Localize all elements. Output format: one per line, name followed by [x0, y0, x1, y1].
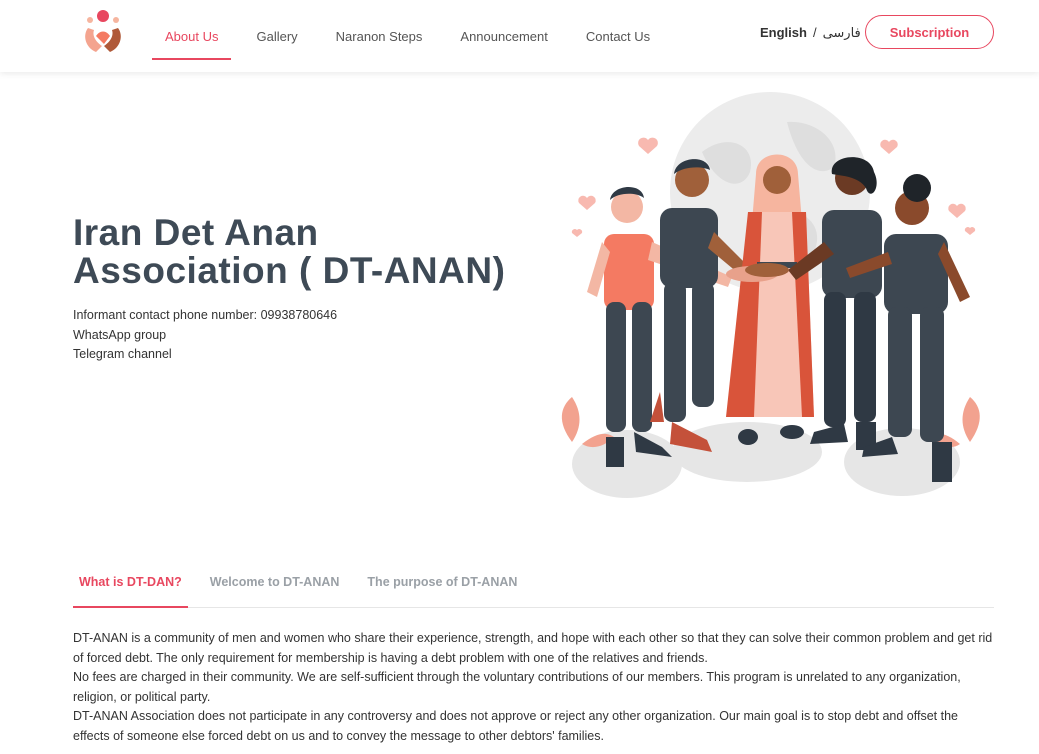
telegram-link[interactable]: Telegram channel — [73, 345, 337, 365]
content-paragraph-1: DT-ANAN is a community of men and women … — [73, 631, 993, 665]
about-tabs: What is DT-DAN? Welcome to DT-ANAN The p… — [73, 562, 994, 608]
nav-about-us[interactable]: About Us — [151, 21, 233, 60]
hero-contact-info: Informant contact phone number: 09938780… — [73, 306, 337, 365]
people-hands-together-illustration — [552, 92, 992, 502]
tab-content: DT-ANAN is a community of men and women … — [73, 629, 998, 746]
content-paragraph-2: No fees are charged in their community. … — [73, 670, 961, 704]
nav-gallery[interactable]: Gallery — [256, 21, 297, 52]
nav-announcement[interactable]: Announcement — [460, 21, 547, 52]
lang-english-link[interactable]: English — [760, 25, 807, 41]
lang-farsi-link[interactable]: فارسی — [823, 25, 861, 41]
page-title: Iran Det Anan Association ( DT-ANAN) — [73, 212, 506, 291]
subscription-button[interactable]: Subscription — [865, 15, 994, 49]
tab-what-is-dt-dan[interactable]: What is DT-DAN? — [73, 562, 188, 608]
tab-welcome[interactable]: Welcome to DT-ANAN — [204, 562, 346, 607]
nav-contact-us[interactable]: Contact Us — [586, 21, 650, 52]
language-switcher: English / فارسی — [760, 25, 861, 41]
content-paragraph-3: DT-ANAN Association does not participate… — [73, 709, 958, 743]
hands-heart-logo[interactable] — [78, 6, 128, 60]
whatsapp-link[interactable]: WhatsApp group — [73, 326, 337, 346]
phone-line: Informant contact phone number: 09938780… — [73, 308, 338, 322]
nav-naranon-steps[interactable]: Naranon Steps — [336, 21, 423, 52]
main-nav: About Us Gallery Naranon Steps Announcem… — [151, 0, 688, 72]
site-header: About Us Gallery Naranon Steps Announcem… — [0, 0, 1039, 72]
lang-separator: / — [812, 25, 817, 40]
tab-purpose[interactable]: The purpose of DT-ANAN — [361, 562, 523, 607]
